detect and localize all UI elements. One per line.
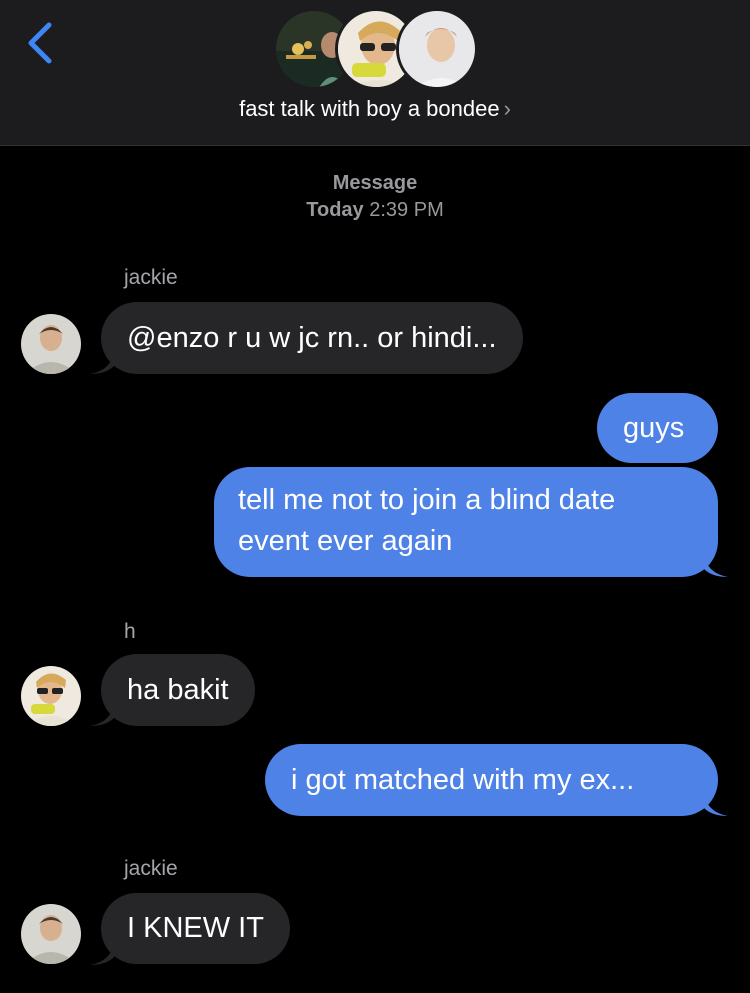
- sender-avatar: [21, 904, 81, 964]
- date-time: Today 2:39 PM: [0, 197, 750, 224]
- chevron-right-icon: ›: [503, 96, 511, 121]
- sender-name: jackie: [124, 266, 178, 289]
- sender-avatar: [21, 666, 81, 726]
- conversation-timestamp: Message Today 2:39 PM: [0, 170, 750, 224]
- message-bubble[interactable]: ha bakit: [101, 654, 255, 726]
- bubble-tail: [704, 792, 728, 816]
- group-name-label: fast talk with boy a bondee: [239, 96, 500, 121]
- sender-name: h: [124, 620, 136, 643]
- chat-screen: fast talk with boy a bondee › Message Tod…: [0, 0, 750, 993]
- sender-avatar: [21, 314, 81, 374]
- conversation-header: fast talk with boy a bondee ›: [0, 0, 750, 146]
- message-bubble[interactable]: tell me not to join a blind date event e…: [214, 467, 718, 577]
- service-label: Message: [332, 172, 418, 194]
- message-bubble[interactable]: i got matched with my ex...: [265, 744, 718, 816]
- message-bubble[interactable]: I KNEW IT: [101, 893, 290, 964]
- day-label: Today: [306, 199, 364, 221]
- time-label: 2:39 PM: [369, 199, 444, 221]
- group-name[interactable]: fast talk with boy a bondee ›: [0, 96, 750, 122]
- message-bubble[interactable]: @enzo r u w jc rn.. or hindi...: [101, 302, 523, 374]
- member-avatar: [396, 8, 478, 90]
- sender-name: jackie: [124, 857, 178, 880]
- back-button[interactable]: [18, 18, 62, 68]
- message-bubble[interactable]: guys: [597, 393, 718, 463]
- bubble-tail: [704, 553, 728, 577]
- group-avatars[interactable]: [273, 8, 478, 90]
- chevron-left-icon: [28, 22, 52, 64]
